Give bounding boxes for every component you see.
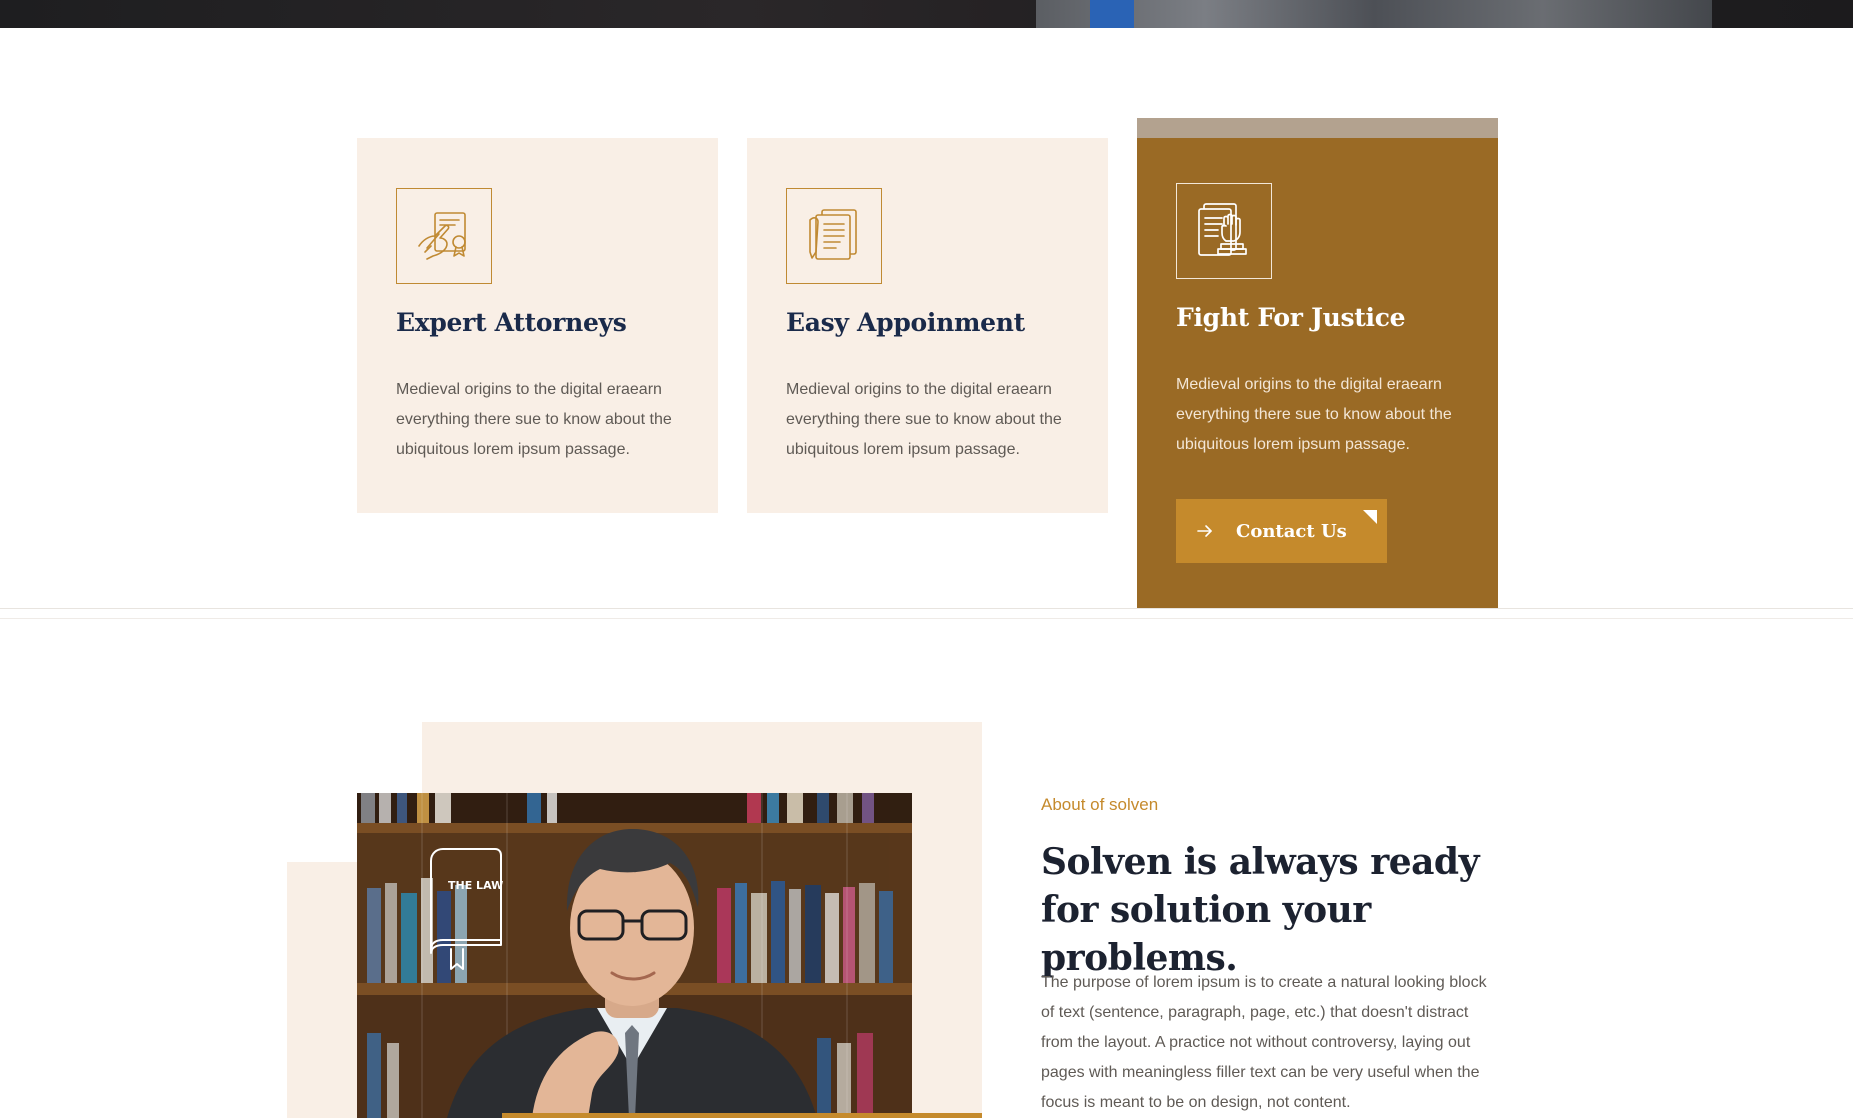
hero-image-bottom (0, 0, 1853, 28)
hero-tie-fragment (1090, 0, 1134, 28)
about-description: The purpose of lorem ipsum is to create … (1041, 974, 1487, 1111)
about-eyebrow: About of solven (1041, 795, 1159, 814)
about-image-accent-bar (502, 1113, 982, 1118)
card-description: Medieval origins to the digital eraearn … (1176, 376, 1452, 453)
card-title: Easy Appoinment (786, 308, 1025, 337)
feature-card-fight-for-justice: Fight For Justice Medieval origins to th… (1137, 118, 1498, 608)
justice-fist-document-icon (1176, 183, 1272, 279)
feature-card-expert-attorneys: Expert Attorneys Medieval origins to the… (357, 138, 718, 513)
contact-us-button[interactable]: Contact Us (1176, 499, 1387, 563)
card-description: Medieval origins to the digital eraearn … (396, 381, 672, 458)
card-title: Expert Attorneys (396, 308, 627, 337)
attorney-photo: THE LAW (357, 793, 912, 1118)
card-description: Medieval origins to the digital eraearn … (786, 381, 1062, 458)
section-divider (0, 618, 1853, 619)
contact-us-label: Contact Us (1236, 520, 1347, 542)
book-label: THE LAW (448, 879, 503, 892)
card-top-accent (1137, 118, 1498, 138)
attorney-photo-illustration: THE LAW (357, 793, 912, 1118)
legal-papers-icon (786, 188, 882, 284)
arrow-right-icon (1197, 525, 1212, 537)
about-image-backdrop-left (287, 862, 357, 1118)
feature-card-easy-appoinment: Easy Appoinment Medieval origins to the … (747, 138, 1108, 513)
section-divider (0, 608, 1853, 609)
button-corner-triangle (1363, 510, 1377, 524)
signing-document-icon (396, 188, 492, 284)
hero-suit-fragment (1036, 0, 1712, 28)
card-title: Fight For Justice (1176, 303, 1406, 332)
about-heading: Solven is always ready for solution your… (1041, 841, 1480, 979)
